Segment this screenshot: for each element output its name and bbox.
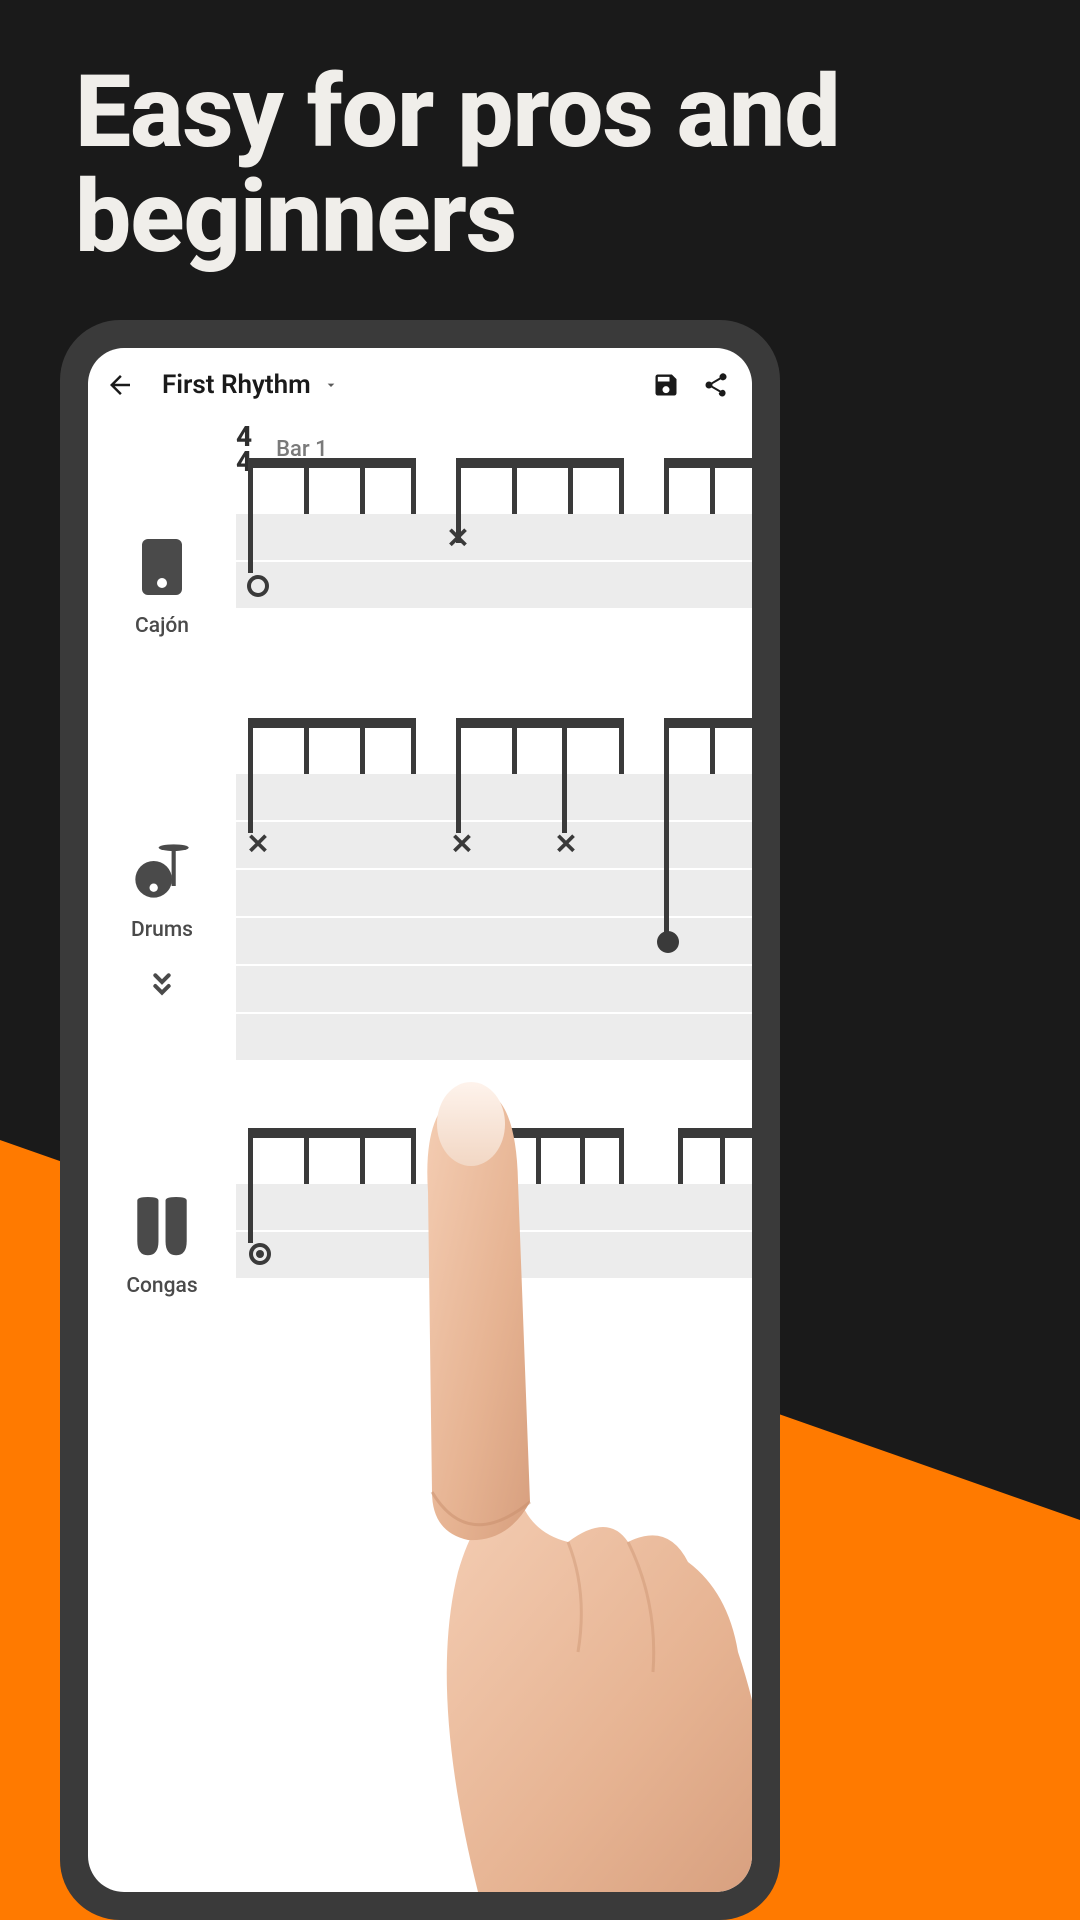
congas-beams: [236, 1128, 752, 1184]
track-drums: Drums: [88, 774, 752, 1064]
lane[interactable]: [236, 1014, 752, 1060]
note-x[interactable]: ✕: [446, 522, 469, 555]
track-side-congas[interactable]: Congas: [88, 1184, 236, 1304]
save-icon: [652, 371, 680, 399]
topbar: First Rhythm: [88, 348, 752, 414]
drums-label: Drums: [131, 918, 193, 942]
phone-frame: First Rhythm 4 4 Bar 1: [60, 320, 780, 1920]
drums-grid[interactable]: ✕ ✕ ✕: [236, 774, 752, 1064]
lane[interactable]: [236, 1184, 752, 1230]
save-button[interactable]: [644, 363, 688, 407]
cajon-grid[interactable]: ✕: [236, 514, 752, 654]
track-congas: Congas: [88, 1184, 752, 1304]
cajon-label: Cajón: [135, 614, 189, 638]
note-dot[interactable]: [657, 931, 679, 953]
lane[interactable]: [236, 870, 752, 916]
cajon-beams: [236, 458, 752, 514]
lane[interactable]: [236, 774, 752, 820]
lane[interactable]: [236, 1232, 752, 1278]
app-screen: First Rhythm 4 4 Bar 1: [88, 348, 752, 1892]
expand-down-icon[interactable]: [146, 972, 178, 1004]
note-x[interactable]: ✕: [450, 828, 473, 861]
note-x[interactable]: ✕: [246, 828, 269, 861]
headline-text: Easy for pros and beginners: [75, 60, 1005, 270]
promo-stage: Easy for pros and beginners First Rhythm: [0, 0, 1080, 1920]
share-icon: [702, 371, 730, 399]
tracks-container: Cajón: [88, 514, 752, 1304]
lane[interactable]: [236, 562, 752, 608]
lane[interactable]: [236, 514, 752, 560]
note-target[interactable]: [249, 1243, 271, 1265]
drums-icon: [132, 834, 192, 908]
chevron-down-icon: [323, 377, 339, 393]
project-title-dropdown[interactable]: First Rhythm: [162, 370, 339, 400]
note-x[interactable]: ✕: [554, 828, 577, 861]
back-icon[interactable]: [102, 367, 138, 403]
track-cajon: Cajón: [88, 514, 752, 654]
drums-beams: [236, 718, 752, 774]
project-title: First Rhythm: [162, 370, 311, 400]
cajon-icon: [132, 530, 192, 604]
congas-grid[interactable]: [236, 1184, 752, 1304]
share-button[interactable]: [694, 363, 738, 407]
track-side-drums[interactable]: Drums: [88, 774, 236, 1064]
note-open[interactable]: [247, 575, 269, 597]
congas-icon: [132, 1190, 192, 1264]
congas-label: Congas: [126, 1274, 197, 1298]
track-side-cajon[interactable]: Cajón: [88, 514, 236, 654]
lane[interactable]: [236, 822, 752, 868]
lane[interactable]: [236, 966, 752, 1012]
